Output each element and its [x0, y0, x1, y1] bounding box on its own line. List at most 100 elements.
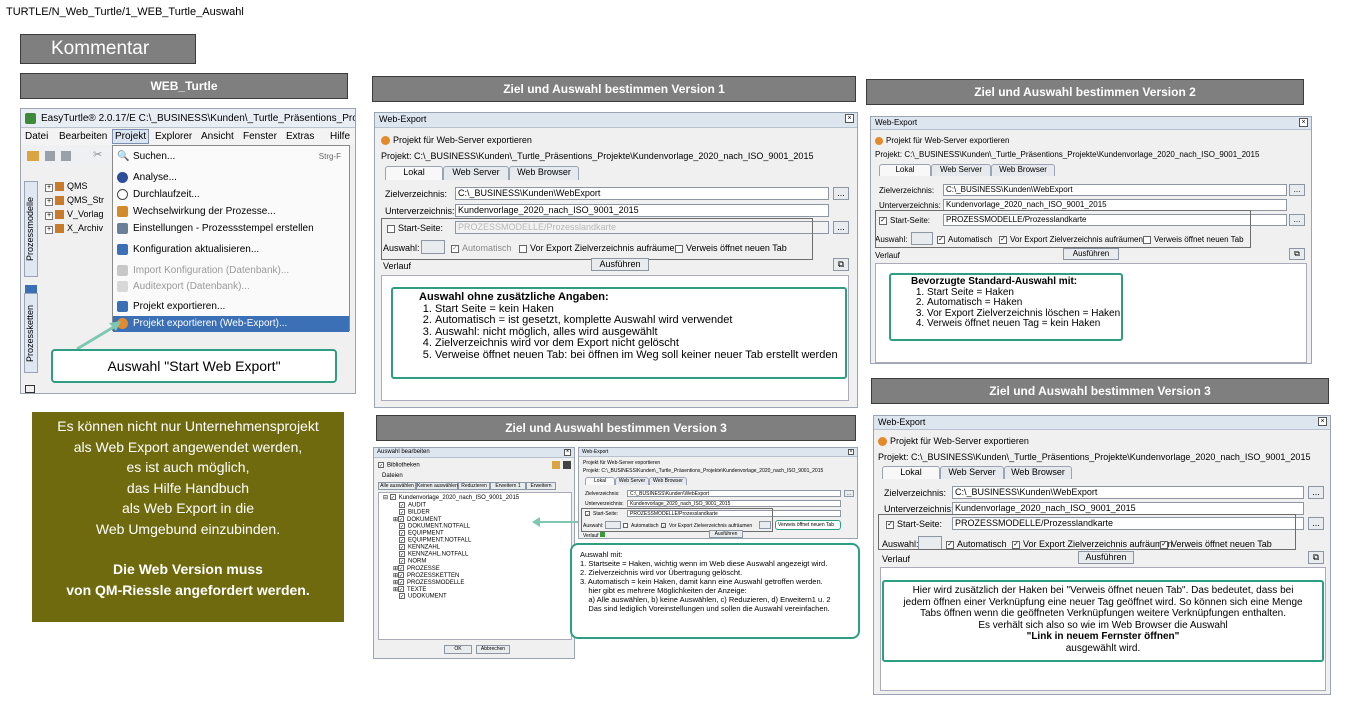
tree-item[interactable]: ⊞✓ PROZESSE	[393, 565, 440, 572]
webexport-v2: Web-Export × Projekt für Web-Server expo…	[870, 116, 1312, 364]
erweitern-button[interactable]: Erweitern	[526, 482, 556, 490]
note-v3b: Hier wird zusätzlich der Haken bei "Verw…	[882, 580, 1324, 662]
unterverzeichnis-field[interactable]: Kundenvorlage_2020_nach_ISO_9001_2015	[627, 500, 841, 507]
tree-item[interactable]: ⊞✓ PROZESSMODELLE	[393, 579, 464, 586]
ausfuehren-button[interactable]: Ausführen	[1078, 551, 1134, 564]
status-ok-icon	[599, 532, 605, 537]
tree-item[interactable]: ✓ KENNZAHL.NOTFALL	[399, 551, 468, 558]
unterverzeichnis-field[interactable]: Kundenvorlage_2020_nach_ISO_9001_2015	[455, 204, 829, 217]
ausfuehren-button[interactable]: Ausführen	[591, 258, 649, 271]
close-icon[interactable]: ×	[845, 114, 854, 123]
unterverzeichnis-label: Unterverzeichnis:	[385, 206, 455, 216]
header-version-3a: Ziel und Auswahl bestimmen Version 3	[376, 415, 856, 441]
header-version-3b: Ziel und Auswahl bestimmen Version 3	[871, 378, 1329, 404]
zielverzeichnis-label: Zielverzeichnis:	[884, 488, 947, 498]
tree-item[interactable]: ✓ EQUIPMENT.NOTFALL	[399, 537, 471, 544]
keinen-auswaehlen-button[interactable]: Keinen auswählen	[416, 482, 458, 490]
options-highlight-box	[875, 210, 1251, 248]
note-v1: Auswahl ohne zusätzliche Angaben: Start …	[391, 287, 847, 379]
header-version-1: Ziel und Auswahl bestimmen Version 1	[372, 76, 856, 102]
tree-item[interactable]: ✓ BILDER	[399, 509, 430, 516]
web-export-icon	[875, 136, 883, 145]
close-icon[interactable]: ×	[1318, 417, 1327, 426]
zielverzeichnis-label: Zielverzeichnis:	[385, 189, 448, 199]
browse-button[interactable]: ...	[833, 221, 849, 234]
tree-item[interactable]: ⊞✓ PROZESSKETTEN	[393, 572, 459, 579]
browse-button[interactable]: ...	[1308, 486, 1324, 499]
comment-box: Es können nicht nur Unternehmensprojekt …	[32, 412, 344, 622]
options-highlight-box	[381, 218, 813, 260]
tree-item[interactable]: ✓ EQUIPMENT	[399, 530, 444, 537]
browse-button[interactable]: ...	[1308, 517, 1324, 530]
dialog-title: Auswahl bearbeiten	[374, 448, 574, 458]
unterverzeichnis-label: Unterverzeichnis:	[879, 201, 941, 210]
header-web-turtle: WEB_Turtle	[20, 73, 348, 99]
folder-icon[interactable]	[552, 461, 560, 469]
browse-button[interactable]: ...	[1289, 184, 1305, 196]
tab-web-server[interactable]: Web Server	[940, 466, 1004, 479]
export-heading: Projekt für Web-Server exportieren	[878, 436, 1029, 447]
unterverzeichnis-label: Unterverzeichnis:	[585, 501, 624, 507]
tab-web-server[interactable]: Web Server	[931, 164, 991, 176]
tab-lokal[interactable]: Lokal	[385, 166, 443, 180]
tab-web-browser[interactable]: Web Browser	[509, 166, 579, 180]
abbrechen-button[interactable]: Abbrechen	[476, 645, 510, 654]
tree-root[interactable]: ⊟ ✓ Kundenvorlage_2020_nach_ISO_9001_2015	[383, 494, 519, 501]
alle-auswaehlen-button[interactable]: Alle auswählen	[378, 482, 416, 490]
callout-start-web-export: Auswahl "Start Web Export"	[51, 349, 337, 383]
export-heading: Projekt für Web-Server exportieren	[583, 460, 661, 466]
ok-button[interactable]: OK	[444, 645, 472, 654]
zielverzeichnis-field[interactable]: C:\_BUSINESS\Kunden\WebExport	[943, 184, 1287, 196]
note-v2: Bevorzugte Standard-Auswahl mit: Start S…	[889, 273, 1123, 341]
tab-web-browser[interactable]: Web Browser	[1004, 466, 1072, 479]
verlauf-label: Verlauf	[882, 554, 911, 564]
zielverzeichnis-field[interactable]: C:\_BUSINESS\Kunden\WebExport	[952, 486, 1304, 499]
tab-lokal[interactable]: Lokal	[882, 466, 940, 479]
tree-item[interactable]: ✓ UDOKUMENT	[399, 593, 447, 600]
browse-button[interactable]: ...	[1289, 214, 1305, 226]
copy-icon[interactable]: ⧉	[833, 258, 849, 271]
tab-lokal[interactable]: Lokal	[585, 477, 615, 485]
project-path: Projekt: C:\_BUSINESS\Kunden\_Turtle_Prä…	[583, 468, 824, 474]
tab-web-server[interactable]: Web Server	[615, 477, 649, 485]
close-icon[interactable]: ×	[1299, 118, 1308, 127]
save-icon[interactable]	[563, 461, 571, 469]
erweitern1-button[interactable]: Erweitern 1	[490, 482, 526, 490]
copy-icon[interactable]: ⧉	[1308, 551, 1324, 564]
close-icon[interactable]: ×	[848, 449, 854, 455]
verlauf-label: Verlauf	[583, 532, 605, 538]
zielverzeichnis-field[interactable]: C:\_BUSINESS\Kunden\WebExport	[627, 490, 841, 497]
tree-item[interactable]: ⊞✓ DOKUMENT	[393, 516, 441, 523]
webexport-v3a: Web-Export × Projekt für Web-Server expo…	[578, 447, 858, 539]
copy-icon[interactable]: ⧉	[1289, 248, 1305, 260]
export-heading: Projekt für Web-Server exportieren	[875, 136, 1009, 145]
reduzieren-button[interactable]: Reduzieren	[458, 482, 490, 490]
easyturtle-screenshot: EasyTurtle® 2.0.17/E C:\_BUSINESS\Kunden…	[20, 108, 356, 394]
tree-item[interactable]: ✓ KENNZAHL	[399, 544, 440, 551]
browse-button[interactable]: ...	[833, 187, 849, 200]
bibliotheken-checkbox[interactable]: ✓ Bibliotheken	[378, 462, 420, 469]
project-path: Projekt: C:\_BUSINESS\Kunden\_Turtle_Prä…	[878, 452, 1311, 462]
verweis-highlight[interactable]: Verweis öffnet neuen Tab	[775, 520, 841, 530]
webexport-v3b: Web-Export × Projekt für Web-Server expo…	[873, 415, 1331, 695]
tab-web-browser[interactable]: Web Browser	[991, 164, 1055, 176]
kommentar-label: Kommentar	[20, 34, 196, 64]
note-v3a: Auswahl mit: 1. Startseite = Haken, wich…	[570, 543, 860, 639]
webexport-v1: Web-Export × Projekt für Web-Server expo…	[374, 112, 858, 408]
tree-item[interactable]: ✓ AUDIT	[399, 502, 426, 509]
auswahl-bearbeiten-dialog: Auswahl bearbeiten × ✓ Bibliotheken Datei…	[373, 447, 575, 659]
window-title: Web-Export	[375, 113, 857, 128]
browse-button[interactable]: ...	[844, 490, 854, 497]
tree-item[interactable]: ⊞✓ TEXTE	[393, 586, 426, 593]
options-highlight-box	[581, 508, 773, 532]
tree-item[interactable]: ✓ NORM	[399, 558, 426, 565]
ausfuehren-button[interactable]: Ausführen	[709, 530, 743, 538]
tree-item[interactable]: ✓ DOKUMENT.NOTFALL	[399, 523, 470, 530]
tab-web-server[interactable]: Web Server	[443, 166, 509, 180]
verlauf-label: Verlauf	[383, 261, 412, 271]
close-icon[interactable]: ×	[564, 449, 571, 456]
ausfuehren-button[interactable]: Ausführen	[1063, 248, 1119, 260]
tab-web-browser[interactable]: Web Browser	[649, 477, 687, 485]
zielverzeichnis-field[interactable]: C:\_BUSINESS\Kunden\WebExport	[455, 187, 829, 200]
tab-lokal[interactable]: Lokal	[879, 164, 931, 176]
